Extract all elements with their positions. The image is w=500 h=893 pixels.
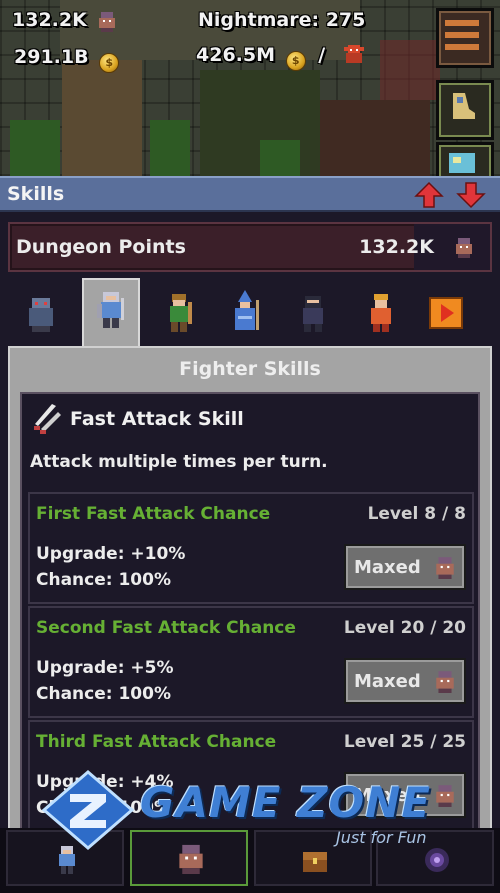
dungeon-grass: [10, 120, 60, 176]
menu-icon: [445, 20, 479, 50]
expand-up-button[interactable]: [414, 181, 444, 209]
dungeon-points-icon: [454, 236, 474, 262]
dungeon-points-icon: [97, 10, 117, 37]
hero-icon: [59, 846, 75, 874]
tabs-next-button[interactable]: [426, 286, 470, 340]
dungeon-points-value: 132.2K: [12, 9, 87, 31]
skill-description: Attack multiple times per turn.: [30, 452, 328, 472]
skill-name: Fast Attack Skill: [70, 408, 244, 430]
skills-title: Skills: [7, 183, 65, 205]
maxed-button[interactable]: Maxed: [344, 658, 466, 704]
fighter-icon: [97, 292, 124, 328]
upgrade-amount: Upgrade: +5%: [36, 658, 174, 678]
chest-icon: [303, 852, 327, 872]
dungeon-grass: [150, 120, 190, 176]
dungeon-floor: [62, 60, 142, 176]
upgrade-name: Third Fast Attack Chance: [36, 732, 277, 752]
collapse-down-button[interactable]: [456, 181, 486, 209]
ninja-icon: [303, 296, 323, 332]
chevron-right-icon: [429, 297, 463, 329]
dungeon-view: 132.2K 291.1B $ Nightmare: 275 426.5M $ …: [0, 0, 500, 176]
upgrade-chance: Chance: 100%: [36, 798, 171, 818]
upgrade-amount: Upgrade: +10%: [36, 544, 186, 564]
upgrade-name: First Fast Attack Chance: [36, 504, 271, 524]
ranger-icon: [170, 294, 192, 332]
boot-icon: [453, 93, 475, 119]
rate-separator: /: [318, 44, 326, 66]
tab-class-4[interactable]: [216, 286, 274, 340]
maxed-label: Maxed: [354, 785, 421, 806]
map-icon: [449, 153, 475, 173]
panel-title: Fighter Skills: [179, 358, 321, 380]
dungeon-points-label: Dungeon Points: [16, 236, 186, 258]
maxed-button[interactable]: Maxed: [344, 544, 466, 590]
skill-card: Fast Attack Skill Attack multiple times …: [20, 392, 480, 832]
dungeon-points-total: 132.2K: [359, 236, 434, 258]
arrow-up-icon: [414, 181, 444, 208]
dungeon-points-icon: [179, 844, 203, 874]
ogre-icon: [29, 298, 53, 332]
class-tabs: [0, 278, 500, 348]
tab-class-3[interactable]: [150, 286, 208, 340]
maxed-button[interactable]: Maxed: [344, 772, 466, 818]
speed-button[interactable]: [436, 80, 494, 140]
tab-fighter[interactable]: [82, 278, 140, 348]
gold-coin-icon: $: [99, 53, 120, 73]
tab-class-1[interactable]: [12, 286, 70, 340]
upgrade-chance: Chance: 100%: [36, 570, 171, 590]
monster-icon: [342, 43, 366, 72]
gold-coin-icon: $: [285, 51, 306, 71]
upgrade-level: Level 8 / 8: [367, 504, 466, 524]
menu-button[interactable]: [436, 8, 494, 68]
difficulty-label: Nightmare: 275: [198, 9, 366, 31]
maxed-label: Maxed: [354, 557, 421, 578]
upgrade-chance: Chance: 100%: [36, 684, 171, 704]
nav-chest[interactable]: [254, 830, 372, 886]
gold-rate-readout: 426.5M $ /: [196, 43, 366, 72]
dungeon-grass: [260, 140, 300, 176]
gold-value: 291.1B: [14, 46, 89, 68]
tab-class-6[interactable]: [352, 286, 410, 340]
upgrade-level: Level 20 / 20: [343, 618, 466, 638]
gold-rate-value: 426.5M: [196, 44, 276, 66]
gold-readout: 291.1B $: [14, 46, 120, 73]
dungeon-points-icon: [434, 555, 456, 583]
sword-slash-icon: [30, 402, 64, 440]
bottom-navigation: [0, 828, 500, 893]
skills-panel: Dungeon Points 132.2K Fighter Skills Fas…: [0, 212, 500, 832]
fighter-skills-panel: Fighter Skills Fast Attack Skill Attack …: [8, 346, 492, 832]
tab-class-5[interactable]: [284, 286, 342, 340]
mage-icon: [235, 290, 259, 330]
dungeon-points-bar: Dungeon Points 132.2K: [8, 222, 492, 272]
nav-heroes[interactable]: [6, 830, 124, 886]
map-button[interactable]: [436, 142, 494, 176]
nav-portal[interactable]: [376, 830, 494, 886]
monk-icon: [371, 294, 391, 332]
portal-icon: [425, 848, 449, 872]
upgrade-row: Third Fast Attack Chance Level 25 / 25 U…: [28, 720, 474, 832]
upgrade-amount: Upgrade: +4%: [36, 772, 174, 792]
upgrade-name: Second Fast Attack Chance: [36, 618, 296, 638]
upgrade-row: Second Fast Attack Chance Level 20 / 20 …: [28, 606, 474, 718]
dungeon-points-icon: [434, 783, 456, 811]
nav-skills[interactable]: [130, 830, 248, 886]
dungeon-floor: [380, 40, 440, 100]
arrow-down-icon: [456, 182, 486, 209]
dungeon-points-readout: 132.2K: [12, 9, 117, 37]
upgrade-row: First Fast Attack Chance Level 8 / 8 Upg…: [28, 492, 474, 604]
skills-header: Skills: [0, 176, 500, 212]
maxed-label: Maxed: [354, 671, 421, 692]
upgrade-level: Level 25 / 25: [343, 732, 466, 752]
dungeon-floor: [320, 100, 430, 176]
dungeon-points-icon: [434, 669, 456, 697]
